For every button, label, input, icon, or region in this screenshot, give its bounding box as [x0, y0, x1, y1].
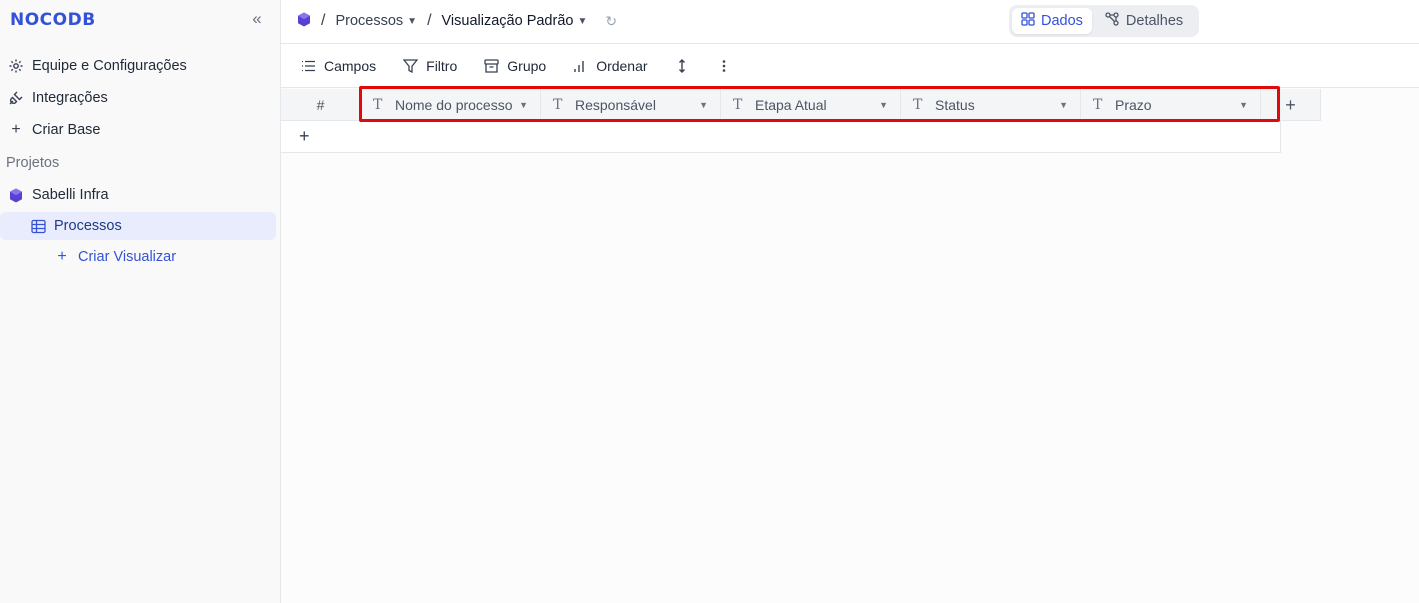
column-label: Nome do processo [395, 97, 513, 113]
group-button[interactable]: Grupo [483, 58, 546, 74]
filter-label: Filtro [426, 57, 458, 74]
add-row-button[interactable]: + [281, 121, 1281, 153]
column-label: Etapa Atual [755, 97, 827, 113]
sidebar-item-label: Equipe e Configurações [32, 58, 187, 74]
fields-label: Campos [324, 57, 377, 74]
projects-section-label: Projetos [6, 155, 60, 171]
grid-header: # T Nome do processo ▼ T Responsável ▼ T… [281, 89, 1321, 121]
tab-label: Detalhes [1125, 13, 1184, 29]
sidebar-item-project[interactable]: Sabelli Infra [6, 181, 109, 209]
text-type-icon: T [553, 97, 563, 113]
bar-chart-icon [572, 58, 588, 74]
gear-icon [6, 56, 26, 76]
nocodb-logo[interactable]: NOCODB [10, 10, 96, 30]
refresh-icon[interactable]: ↻ [605, 13, 617, 30]
row-number-header: # [281, 89, 361, 121]
chevron-down-icon[interactable]: ▼ [1059, 100, 1068, 110]
tab-label: Dados [1041, 13, 1083, 29]
topbar: / Processos ▼ / Visualização Padrão ▼ ↻ … [281, 0, 1419, 44]
chevron-down-icon: ▼ [407, 15, 418, 27]
column-label: Status [935, 97, 975, 113]
chevron-down-icon[interactable]: ▼ [519, 100, 528, 110]
text-type-icon: T [733, 97, 743, 113]
sidebar-item-label: Integrações [32, 90, 108, 106]
column-header-etapa-atual[interactable]: T Etapa Atual ▼ [721, 89, 901, 121]
column-header-status[interactable]: T Status ▼ [901, 89, 1081, 121]
cube-icon [6, 185, 26, 205]
column-header-prazo[interactable]: T Prazo ▼ [1081, 89, 1261, 121]
sort-label: Ordenar [596, 57, 648, 74]
text-type-icon: T [913, 97, 923, 113]
vertical-arrows-icon [674, 58, 690, 74]
create-view-button[interactable]: + Criar Visualizar [52, 243, 176, 271]
breadcrumb-separator: / [321, 12, 326, 29]
breadcrumb-table-label: Processos [335, 13, 404, 29]
sidebar: NOCODB « Equipe e Configurações Integraç… [0, 0, 281, 603]
nodes-icon [1105, 12, 1120, 30]
breadcrumb-view-label: Visualização Padrão [441, 13, 574, 29]
chevron-down-icon: ▼ [577, 15, 588, 27]
text-type-icon: T [373, 97, 383, 113]
double-chevron-left-icon[interactable]: « [248, 10, 266, 30]
column-label: Responsável [575, 97, 656, 113]
view-mode-toggle: Dados Detalhes [1009, 5, 1199, 37]
column-header-responsavel[interactable]: T Responsável ▼ [541, 89, 721, 121]
fields-button[interactable]: Campos [300, 58, 376, 74]
sort-button[interactable]: Ordenar [572, 57, 648, 74]
breadcrumb: / Processos ▼ / Visualização Padrão ▼ ↻ [297, 10, 617, 32]
breadcrumb-view[interactable]: Visualização Padrão ▼ [442, 13, 588, 29]
add-column-button[interactable]: + [1261, 89, 1321, 121]
more-options-button[interactable] [716, 58, 732, 74]
project-label: Sabelli Infra [32, 187, 109, 203]
sidebar-item-team-settings[interactable]: Equipe e Configurações [6, 52, 187, 80]
table-label: Processos [54, 218, 122, 234]
breadcrumb-table[interactable]: Processos ▼ [335, 13, 417, 29]
sidebar-item-label: Criar Base [32, 122, 101, 138]
toolbar: Campos Filtro Grupo Ordenar [281, 44, 1419, 88]
plus-icon: + [57, 248, 67, 265]
tab-detalhes[interactable]: Detalhes [1096, 8, 1192, 34]
sidebar-item-create-base[interactable]: + Criar Base [6, 116, 101, 144]
chevron-down-icon[interactable]: ▼ [1239, 100, 1248, 110]
list-icon [300, 58, 316, 74]
chevron-down-icon[interactable]: ▼ [699, 100, 708, 110]
more-vertical-icon [716, 58, 732, 74]
cube-icon [297, 12, 311, 31]
grid-icon [1021, 12, 1035, 30]
text-type-icon: T [1093, 97, 1103, 113]
tab-dados[interactable]: Dados [1012, 8, 1092, 34]
sidebar-item-table-processos[interactable]: Processos [28, 212, 122, 240]
create-view-label: Criar Visualizar [78, 249, 177, 265]
filter-icon [402, 58, 418, 74]
breadcrumb-separator: / [427, 12, 432, 29]
column-header-nome-do-processo[interactable]: T Nome do processo ▼ [361, 89, 541, 121]
table-icon [28, 216, 48, 236]
group-label: Grupo [507, 57, 547, 74]
plus-icon: + [11, 121, 21, 138]
chevron-down-icon[interactable]: ▼ [879, 100, 888, 110]
column-label: Prazo [1115, 97, 1152, 113]
archive-icon [483, 58, 499, 74]
filter-button[interactable]: Filtro [402, 58, 457, 74]
plug-icon [6, 88, 26, 108]
row-height-button[interactable] [674, 58, 690, 74]
sidebar-item-integrations[interactable]: Integrações [6, 84, 108, 112]
